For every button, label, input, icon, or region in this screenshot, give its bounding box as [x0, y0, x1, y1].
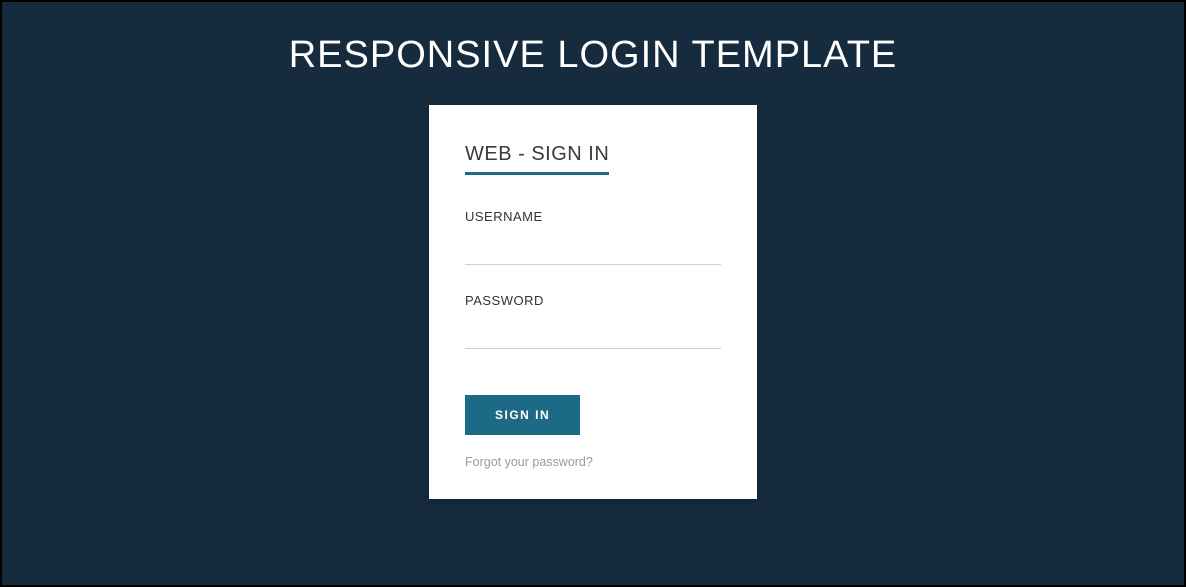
username-label: USERNAME — [465, 209, 721, 224]
forgot-password-link[interactable]: Forgot your password? — [465, 455, 721, 469]
password-label: PASSWORD — [465, 293, 721, 308]
login-card: WEB - SIGN IN USERNAME PASSWORD SIGN IN … — [429, 105, 757, 499]
password-input[interactable] — [465, 314, 721, 349]
username-field-group: USERNAME — [465, 209, 721, 265]
password-field-group: PASSWORD — [465, 293, 721, 349]
card-heading: WEB - SIGN IN — [465, 143, 609, 175]
username-input[interactable] — [465, 230, 721, 265]
page-title: RESPONSIVE LOGIN TEMPLATE — [289, 34, 898, 77]
sign-in-button[interactable]: SIGN IN — [465, 395, 580, 435]
